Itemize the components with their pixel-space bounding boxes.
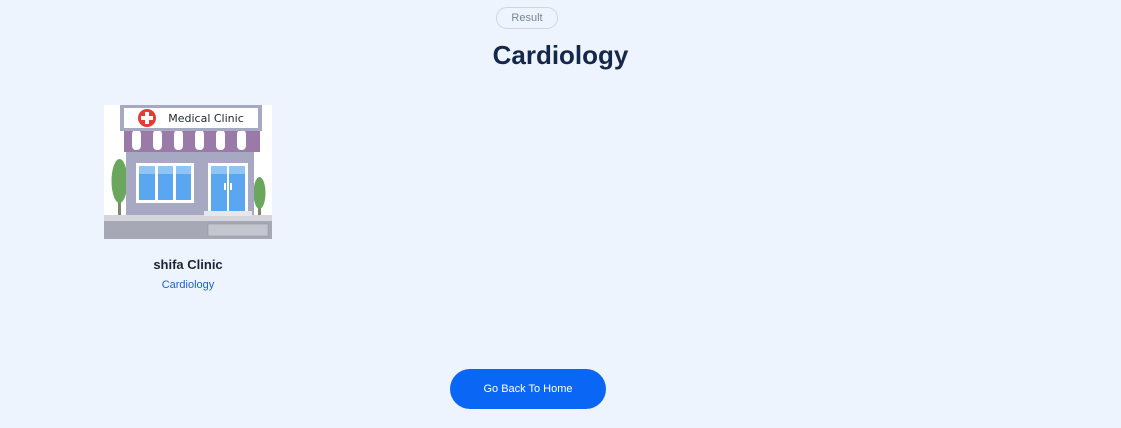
clinic-card[interactable]: Medical Clinic shifa Clinic Cardiology: [104, 105, 272, 291]
result-badge: Result: [496, 7, 558, 29]
clinic-image: Medical Clinic: [104, 105, 272, 239]
clinic-name[interactable]: shifa Clinic: [104, 257, 272, 272]
page-title: Cardiology: [492, 40, 629, 70]
go-back-home-button[interactable]: Go Back To Home: [450, 369, 606, 409]
clinic-sign-text: Medical Clinic: [168, 112, 244, 125]
clinic-specialty[interactable]: Cardiology: [104, 279, 272, 291]
